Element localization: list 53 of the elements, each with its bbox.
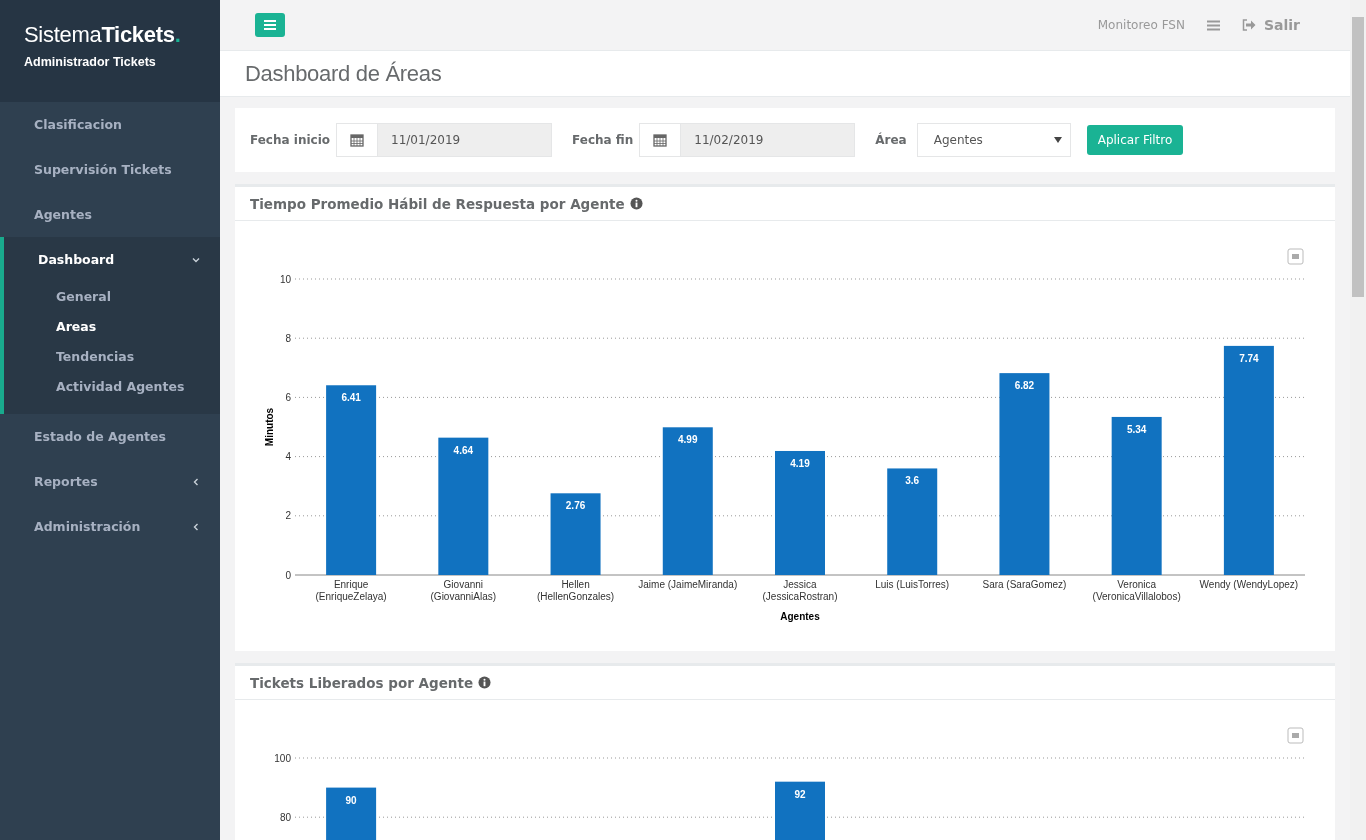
sidebar-item[interactable]: Administración	[0, 504, 220, 549]
y-tick-label: 0	[285, 569, 291, 581]
x-axis-title: Agentes	[780, 611, 820, 622]
y-tick-label: 10	[279, 273, 291, 285]
y-tick-label: 8	[285, 332, 291, 344]
category-label: Jessica (JessicaRostran)	[762, 579, 838, 602]
y-tick-label: 2	[285, 510, 291, 522]
sidebar-item[interactable]: Dashboard	[4, 237, 220, 282]
category-label: Hellen (HellenGonzales)	[536, 579, 615, 602]
field-label: Fecha inicio	[250, 133, 331, 147]
data-label: 4.19	[790, 458, 810, 469]
category-label: Luis (LuisTorres)	[875, 579, 950, 590]
field-label: Fecha fin	[572, 133, 634, 147]
data-label: 92	[794, 788, 806, 800]
category-label: Veronica (VeronicaVillalobos)	[1092, 579, 1181, 602]
data-label: 6.82	[1014, 380, 1035, 392]
y-tick-label: 4	[285, 451, 291, 463]
field-label: Área	[875, 133, 907, 147]
data-label: 3.6	[905, 475, 920, 487]
y-tick-label: 100	[274, 752, 291, 764]
sidebar-subitem[interactable]: General	[4, 282, 220, 312]
category-label: Sara (SaraGomez)	[982, 579, 1067, 590]
data-label: 4.99	[678, 434, 698, 446]
date-field[interactable]: 11/01/2019	[336, 123, 553, 157]
category-label: Giovanni (GiovanniAlas)	[430, 579, 497, 602]
date-field[interactable]: 11/02/2019	[639, 123, 856, 157]
sidebar-item[interactable]: Clasificacion	[0, 102, 220, 147]
sidebar-subitem[interactable]: Actividad Agentes	[4, 372, 220, 402]
sidebar-item[interactable]: Estado de Agentes	[0, 414, 220, 459]
area-select[interactable]: Agentes	[916, 123, 1071, 157]
sidebar-item[interactable]: Agentes	[0, 192, 220, 237]
y-tick-label: 6	[285, 391, 291, 403]
sidebar-item[interactable]: Reportes	[0, 459, 220, 504]
panel-title: Tickets Liberados por Agente	[250, 674, 474, 691]
category-label: Jaime (JaimeMiranda)	[638, 579, 738, 590]
sidebar-subitem[interactable]: Areas	[4, 312, 220, 342]
user-name: Monitoreo FSN	[1097, 18, 1185, 32]
data-label: 6.41	[341, 392, 361, 404]
data-label: 90	[345, 794, 357, 806]
brand-subtitle: Administrador Tickets	[24, 55, 157, 69]
y-tick-label: 80	[279, 811, 291, 823]
category-label: Wendy (WendyLopez)	[1199, 579, 1299, 590]
sidebar-subitem[interactable]: Tendencias	[4, 342, 220, 372]
logo: SistemaTickets.	[24, 22, 182, 48]
data-label: 2.76	[565, 500, 586, 512]
data-label: 4.64	[453, 444, 474, 456]
y-axis-title: Minutos	[264, 407, 275, 447]
panel-title: Tiempo Promedio Hábil de Respuesta por Agente	[250, 195, 625, 212]
data-label: 5.34	[1126, 423, 1147, 435]
page-title: Dashboard de Áreas	[245, 60, 442, 87]
data-label: 7.74	[1239, 352, 1259, 364]
category-label: Enrique (EnriqueZelaya)	[315, 579, 387, 602]
sidebar-item[interactable]: Supervisión Tickets	[0, 147, 220, 192]
